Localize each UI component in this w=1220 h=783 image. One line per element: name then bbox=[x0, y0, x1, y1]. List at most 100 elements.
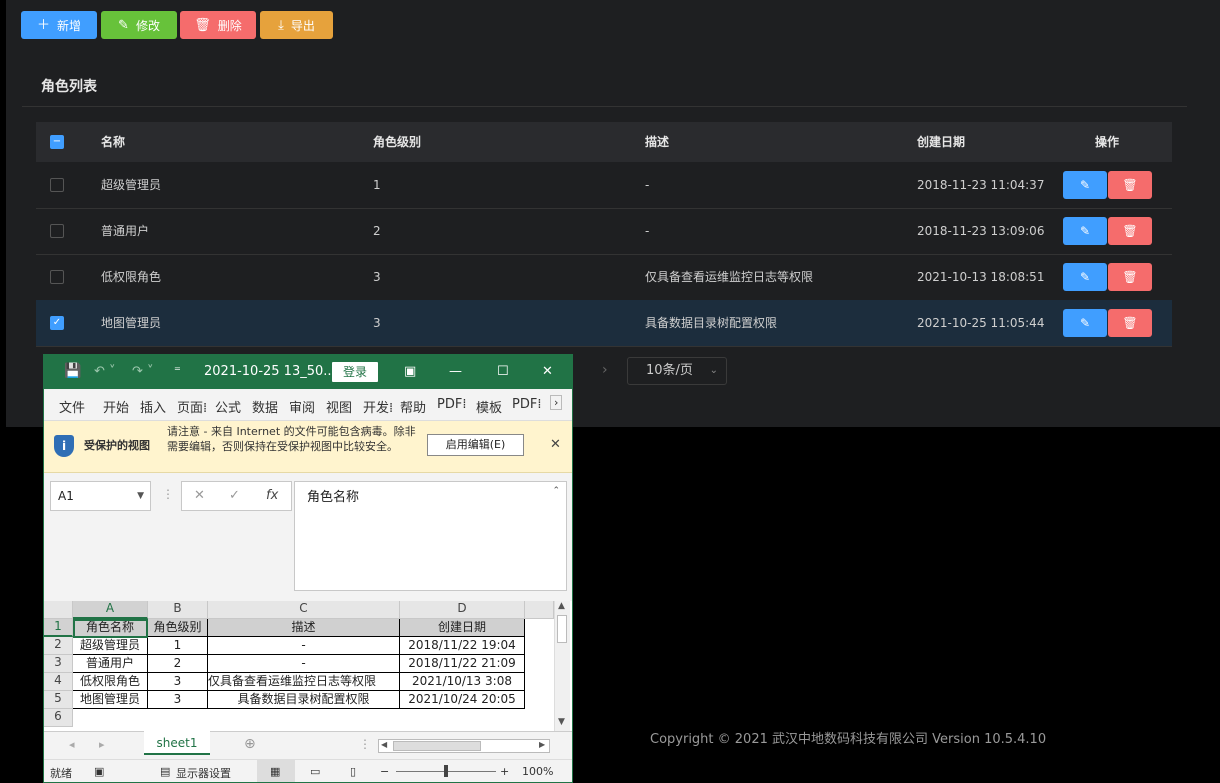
cell[interactable]: 超级管理员 bbox=[73, 637, 148, 655]
menu-home[interactable]: 开始 bbox=[103, 397, 129, 416]
cell[interactable]: 2018/11/22 19:04 bbox=[400, 637, 525, 655]
menu-templates[interactable]: 模板 bbox=[476, 397, 502, 416]
menu-formulas[interactable]: 公式 bbox=[215, 397, 241, 416]
row-header[interactable]: 4 bbox=[44, 673, 73, 691]
next-page-icon[interactable]: › bbox=[602, 362, 608, 378]
formula-input[interactable]: 角色名称 ⌃ bbox=[294, 481, 567, 591]
menu-pdf-2[interactable]: PDF⁞ bbox=[512, 397, 541, 412]
cell[interactable]: - bbox=[208, 655, 400, 673]
cell[interactable]: 2018/11/22 21:09 bbox=[400, 655, 525, 673]
row-edit-button[interactable]: ✎ bbox=[1063, 309, 1107, 337]
menu-developer[interactable]: 开发⁞ bbox=[363, 397, 393, 416]
menu-help[interactable]: 帮助 bbox=[400, 397, 426, 416]
column-header[interactable]: A bbox=[73, 601, 148, 619]
row-checkbox[interactable] bbox=[50, 224, 64, 238]
vertical-scrollbar[interactable]: ▲ ▼ bbox=[554, 601, 570, 731]
undo-icon[interactable]: ↶ ˅ bbox=[94, 364, 116, 379]
row-delete-button[interactable]: 🗑 bbox=[1108, 309, 1152, 337]
customize-toolbar-icon[interactable]: ⁼ bbox=[174, 364, 181, 379]
ribbon-scroll-right-icon[interactable]: › bbox=[550, 395, 563, 410]
normal-view-icon[interactable]: ▦ bbox=[270, 765, 280, 778]
column-header[interactable]: C bbox=[208, 601, 400, 619]
add-button[interactable]: ＋新增 bbox=[21, 11, 97, 39]
drag-handle-icon[interactable]: ⋮ bbox=[359, 737, 371, 751]
drag-handle-icon[interactable]: ⋮ bbox=[162, 487, 174, 501]
scroll-up-icon[interactable]: ▲ bbox=[558, 601, 565, 611]
table-row[interactable]: 低权限角色 3 仅具备查看运维监控日志等权限 2021-10-13 18:08:… bbox=[36, 254, 1172, 301]
row-header[interactable]: 1 bbox=[44, 619, 73, 637]
save-icon[interactable]: 💾 bbox=[64, 363, 81, 379]
row-edit-button[interactable]: ✎ bbox=[1063, 171, 1107, 199]
cell[interactable]: 2021/10/24 20:05 bbox=[400, 691, 525, 709]
next-sheet-icon[interactable]: ▸ bbox=[99, 738, 105, 751]
row-header[interactable]: 3 bbox=[44, 655, 73, 673]
scroll-left-icon[interactable]: ◀ bbox=[381, 740, 387, 749]
menu-page-layout[interactable]: 页面⁞ bbox=[177, 397, 207, 416]
page-size-select[interactable]: 10条/页 ⌄ bbox=[627, 357, 727, 385]
cell[interactable]: 描述 bbox=[208, 619, 400, 637]
row-header[interactable]: 6 bbox=[44, 709, 73, 727]
spreadsheet-grid[interactable]: A B C D 1 2 3 4 5 6 角色名称 角色级别 描述 创建日期 超级… bbox=[44, 601, 572, 731]
table-row[interactable]: ✓ 地图管理员 3 具备数据目录树配置权限 2021-10-25 11:05:4… bbox=[36, 300, 1172, 347]
accessibility-icon[interactable]: ▣ bbox=[94, 765, 104, 778]
select-all-corner[interactable] bbox=[44, 601, 73, 619]
horizontal-scrollbar[interactable]: ◀ ▶ bbox=[378, 739, 550, 753]
zoom-slider-thumb[interactable] bbox=[444, 765, 448, 777]
login-button[interactable]: 登录 bbox=[332, 362, 378, 382]
column-header[interactable] bbox=[525, 601, 554, 619]
row-header[interactable]: 2 bbox=[44, 637, 73, 655]
display-settings-icon[interactable]: ▤ bbox=[160, 765, 170, 778]
zoom-out-icon[interactable]: − bbox=[380, 765, 389, 778]
cell[interactable]: 3 bbox=[148, 691, 208, 709]
close-icon[interactable]: ✕ bbox=[542, 364, 553, 379]
scroll-thumb[interactable] bbox=[393, 741, 481, 751]
row-checkbox-checked[interactable]: ✓ bbox=[50, 316, 64, 330]
sheet-tab[interactable]: sheet1 bbox=[144, 731, 210, 755]
cell[interactable]: 地图管理员 bbox=[73, 691, 148, 709]
cell[interactable]: 具备数据目录树配置权限 bbox=[208, 691, 400, 709]
scroll-down-icon[interactable]: ▼ bbox=[558, 717, 565, 727]
collapse-icon[interactable]: ⌃ bbox=[552, 486, 560, 496]
ribbon-display-icon[interactable]: ▣ bbox=[404, 364, 416, 379]
cell[interactable]: 2021/10/13 3:08 bbox=[400, 673, 525, 691]
menu-view[interactable]: 视图 bbox=[326, 397, 352, 416]
add-sheet-icon[interactable]: ⊕ bbox=[244, 736, 256, 752]
enable-editing-button[interactable]: 启用编辑(E) bbox=[427, 434, 524, 456]
row-checkbox[interactable] bbox=[50, 178, 64, 192]
cell[interactable]: 2 bbox=[148, 655, 208, 673]
cell[interactable]: 普通用户 bbox=[73, 655, 148, 673]
insert-function-icon[interactable]: fx bbox=[266, 488, 278, 503]
menu-data[interactable]: 数据 bbox=[252, 397, 278, 416]
row-header[interactable]: 5 bbox=[44, 691, 73, 709]
cell[interactable]: - bbox=[208, 637, 400, 655]
row-edit-button[interactable]: ✎ bbox=[1063, 217, 1107, 245]
page-break-icon[interactable]: ▯ bbox=[350, 765, 356, 778]
row-edit-button[interactable]: ✎ bbox=[1063, 263, 1107, 291]
column-header[interactable]: B bbox=[148, 601, 208, 619]
menu-review[interactable]: 审阅 bbox=[289, 397, 315, 416]
cell[interactable]: 低权限角色 bbox=[73, 673, 148, 691]
display-settings[interactable]: 显示器设置 bbox=[176, 765, 231, 781]
scroll-thumb[interactable] bbox=[557, 615, 567, 643]
redo-icon[interactable]: ↷ ˅ bbox=[132, 364, 154, 379]
table-row[interactable]: 超级管理员 1 - 2018-11-23 11:04:37 ✎ 🗑 bbox=[36, 162, 1172, 209]
enter-icon[interactable]: ✓ bbox=[229, 488, 240, 503]
cell[interactable]: 创建日期 bbox=[400, 619, 525, 637]
zoom-level[interactable]: 100% bbox=[522, 765, 553, 778]
cell[interactable]: 仅具备查看运维监控日志等权限 bbox=[208, 673, 400, 691]
menu-insert[interactable]: 插入 bbox=[140, 397, 166, 416]
cell[interactable]: 1 bbox=[148, 637, 208, 655]
row-checkbox[interactable] bbox=[50, 270, 64, 284]
delete-button[interactable]: 🗑 删除 bbox=[180, 11, 256, 39]
menu-pdf[interactable]: PDF⁞ bbox=[437, 397, 466, 412]
cell[interactable]: 角色级别 bbox=[148, 619, 208, 637]
row-delete-button[interactable]: 🗑 bbox=[1108, 171, 1152, 199]
maximize-icon[interactable]: ☐ bbox=[497, 364, 509, 379]
zoom-in-icon[interactable]: + bbox=[500, 765, 509, 778]
edit-button[interactable]: ✎ 修改 bbox=[101, 11, 177, 39]
row-delete-button[interactable]: 🗑 bbox=[1108, 263, 1152, 291]
select-all-checkbox[interactable]: − bbox=[50, 135, 64, 149]
close-icon[interactable]: ✕ bbox=[550, 437, 561, 452]
name-box[interactable]: A1 ▼ bbox=[50, 481, 151, 511]
export-button[interactable]: ⤓ 导出 bbox=[260, 11, 333, 39]
